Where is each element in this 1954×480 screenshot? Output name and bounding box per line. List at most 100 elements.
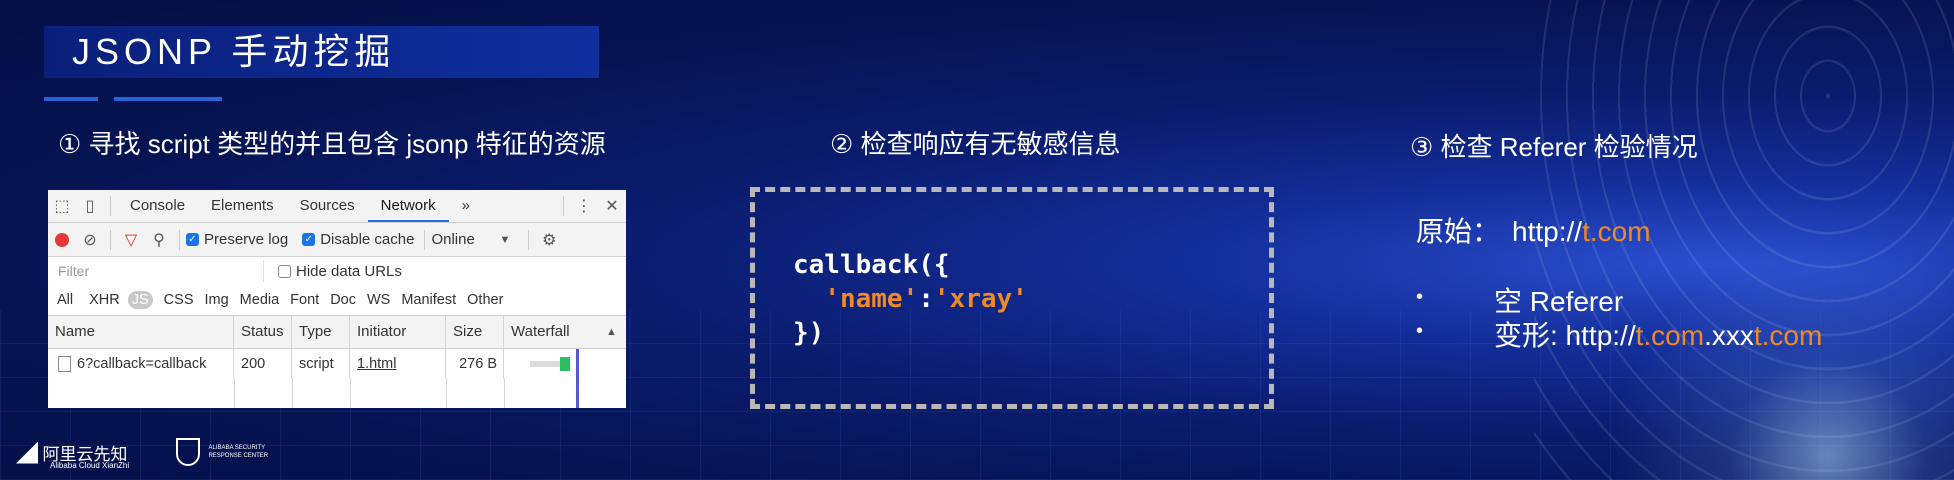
waterfall-receive-bar [560,357,570,371]
column-divider [292,379,351,408]
toolbar-separator [110,229,111,250]
variant-host-1: t.com [1635,320,1705,351]
chevron-down-icon: ▼ [499,233,511,246]
tab-console[interactable]: Console [117,190,198,222]
tab-elements[interactable]: Elements [198,190,287,222]
preserve-log-label: Preserve log [204,231,289,248]
cell-initiator-link[interactable]: 1.html [350,349,446,379]
type-media[interactable]: Media [240,292,280,308]
devtools-tab-bar: ⬚ ▯ Console Elements Sources Network » ⋮… [48,190,626,223]
hide-data-urls-label: Hide data URLs [296,262,402,280]
close-icon[interactable]: ✕ [598,190,626,222]
resource-type-filter: All XHR JS CSS Img Media Font Doc WS Man… [48,285,626,316]
column-header-waterfall[interactable]: Waterfall [504,316,606,348]
disable-cache-label: Disable cache [320,231,415,248]
table-header: Name Status Type Initiator Size Waterfal… [48,316,626,349]
section-3-heading: ③ 检查 Referer 检验情况 [1410,132,1698,162]
filter-row: Filter Hide data URLs [48,257,626,285]
record-button[interactable] [48,224,76,256]
variant-mid: .xxx [1704,320,1754,351]
type-font[interactable]: Font [290,292,319,308]
type-manifest[interactable]: Manifest [401,292,456,308]
device-toolbar-icon[interactable]: ▯ [76,190,104,222]
xianzhi-logo-icon [16,441,38,464]
devtools-network-panel: ⬚ ▯ Console Elements Sources Network » ⋮… [48,190,626,408]
original-prefix: http:// [1512,216,1583,247]
hide-data-urls-checkbox[interactable] [278,264,291,278]
request-table: Name Status Type Initiator Size Waterfal… [48,316,626,408]
original-label: 原始： [1416,216,1501,247]
code-key: 'name' [824,284,919,314]
sort-ascending-icon: ▲ [606,326,617,338]
variant-label: 变形: http:// [1494,320,1636,351]
tab-separator [110,196,111,216]
filter-icon[interactable]: ▽ [117,224,145,256]
search-icon[interactable]: ⚲ [145,224,173,256]
cell-waterfall [504,349,626,379]
throttling-select[interactable]: Online [431,231,499,248]
column-header-initiator[interactable]: Initiator [350,316,446,348]
preserve-log-checkbox[interactable]: ✓ [186,233,199,246]
toolbar-separator [179,229,180,250]
jsonp-response-code: callback({ 'name':'xray' }) [793,248,1028,350]
table-row[interactable]: 6?callback=callback 200 script 1.html 27… [48,349,626,379]
variant-referer: 变形: http://t.com.xxxt.com [1494,314,1822,354]
type-doc[interactable]: Doc [330,292,356,308]
original-referer: 原始： http://t.com [1416,210,1651,250]
toolbar-separator [528,229,530,250]
code-line-3: }) [793,318,825,348]
section-2-heading: ② 检查响应有无敏感信息 [830,129,1121,159]
title-underline-long [114,97,222,101]
waterfall-timeline-line [576,349,579,408]
gear-icon[interactable]: ⚙ [535,224,563,256]
type-js[interactable]: JS [127,291,153,309]
column-header-size[interactable]: Size [446,316,504,348]
disable-cache-checkbox[interactable]: ✓ [302,233,316,246]
tab-sources[interactable]: Sources [287,190,368,222]
type-ws[interactable]: WS [367,292,390,308]
network-toolbar: ⊘ ▽ ⚲ ✓ Preserve log ✓ Disable cache Onl… [48,223,626,257]
column-divider [350,379,447,408]
cell-status: 200 [234,349,292,379]
tab-network[interactable]: Network [367,190,449,222]
column-divider [48,379,235,408]
tab-separator [563,196,564,216]
toolbar-separator [424,229,426,250]
title-underline-short [44,97,98,101]
shield-icon [176,438,200,466]
cell-type: script [292,349,350,379]
cell-name: 6?callback=callback [48,349,234,379]
asrc-line-1: ALIBABA SECURITY [208,445,266,451]
more-tabs-button[interactable]: » [449,190,483,222]
column-header-name[interactable]: Name [48,316,234,348]
code-value: 'xray' [933,284,1028,314]
bullet-dot: • [1416,286,1424,308]
cell-size: 276 B [446,349,504,379]
inspect-element-icon[interactable]: ⬚ [48,190,76,222]
code-colon: : [918,284,934,314]
type-img[interactable]: Img [205,292,229,308]
variant-host-2: t.com [1753,320,1823,351]
type-other[interactable]: Other [467,292,503,308]
asrc-text: ALIBABA SECURITY RESPONSE CENTER [208,444,268,460]
column-header-type[interactable]: Type [292,316,350,348]
asrc-logo: ALIBABA SECURITY RESPONSE CENTER [176,438,268,466]
asrc-line-2: RESPONSE CENTER [208,453,269,459]
slide-title: JSONP 手动挖掘 [72,31,396,72]
column-header-status[interactable]: Status [234,316,292,348]
request-name: 6?callback=callback [77,356,207,372]
original-host: t.com [1582,216,1651,247]
type-all[interactable]: All [57,292,73,308]
xianzhi-brand-en: Alibaba Cloud XianZhi [50,461,130,470]
column-divider [234,379,293,408]
code-line-1: callback({ [793,250,950,280]
clear-icon[interactable]: ⊘ [76,224,104,256]
file-icon [58,356,71,373]
column-divider [446,379,505,408]
filter-input[interactable]: Filter [54,260,264,282]
kebab-menu-icon[interactable]: ⋮ [570,190,598,222]
bullet-dot: • [1416,320,1424,342]
type-css[interactable]: CSS [164,292,194,308]
section-1-heading: ① 寻找 script 类型的并且包含 jsonp 特征的资源 [58,129,606,159]
type-xhr[interactable]: XHR [89,292,120,308]
